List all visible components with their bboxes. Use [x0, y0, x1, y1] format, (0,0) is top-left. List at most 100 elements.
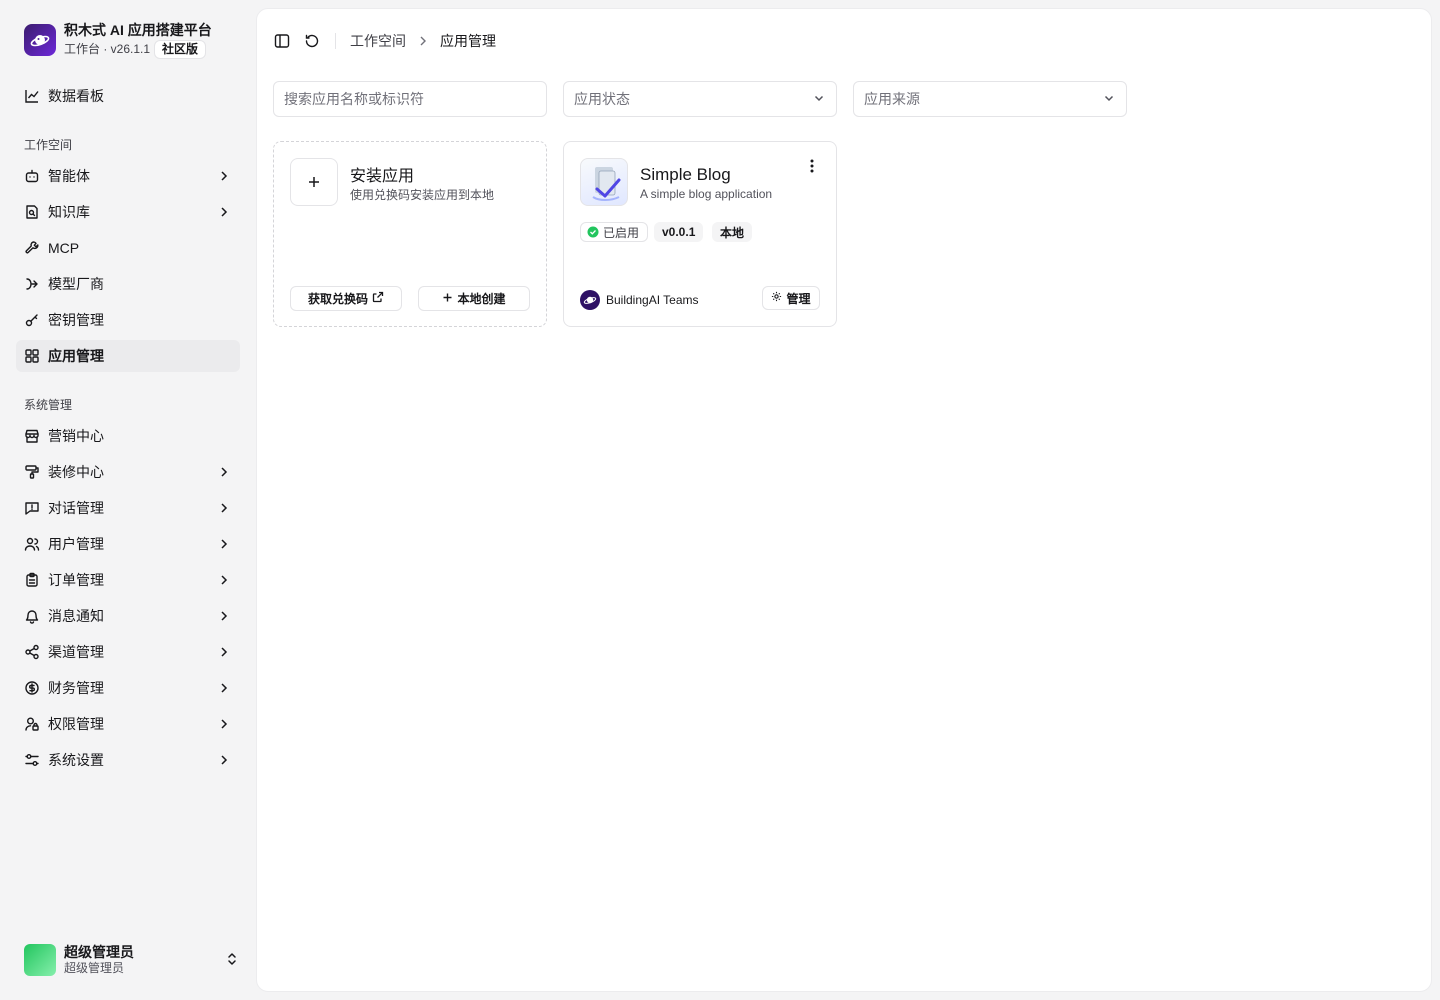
gear-icon [771, 291, 782, 305]
install-plus-button[interactable] [290, 158, 338, 206]
sidebar-item-bell[interactable]: 消息通知 [16, 600, 240, 632]
wrench-icon [24, 240, 40, 256]
sidebar-item-book-search[interactable]: 知识库 [16, 196, 240, 228]
store-icon [24, 428, 40, 444]
bell-icon [24, 608, 40, 624]
sidebar-item-label: 渠道管理 [48, 644, 104, 660]
grid-icon [24, 348, 40, 364]
sidebar-item-sliders[interactable]: 系统设置 [16, 744, 240, 776]
install-card-title: 安装应用 [350, 168, 415, 185]
chevron-down-icon [1102, 91, 1116, 108]
manage-button[interactable]: 管理 [762, 286, 820, 310]
sidebar-item-label: 权限管理 [48, 716, 104, 732]
status-select[interactable]: 应用状态 [563, 81, 837, 117]
local-create-button[interactable]: 本地创建 [418, 286, 530, 311]
sidebar-item-paint-roller[interactable]: 装修中心 [16, 456, 240, 488]
author-name: BuildingAI Teams [606, 293, 699, 307]
sidebar-item-label: MCP [48, 240, 80, 256]
status-label: 已启用 [603, 225, 640, 240]
bot-icon [24, 168, 40, 184]
sidebar-item-label: 系统设置 [48, 752, 104, 768]
sidebar-item-clipboard[interactable]: 订单管理 [16, 564, 240, 596]
source-select-value: 应用来源 [864, 91, 920, 107]
clipboard-icon [24, 572, 40, 588]
sidebar-item-dollar-circle[interactable]: 财务管理 [16, 672, 240, 704]
breadcrumb-item-workspace[interactable]: 工作空间 [350, 31, 406, 51]
brand[interactable]: 积木式 AI 应用搭建平台 工作台 · v26.1.1 社区版 [24, 21, 212, 59]
plus-icon [309, 177, 319, 187]
model-provider-icon [24, 276, 40, 292]
chevron-right-icon [216, 572, 232, 588]
plus-icon [442, 292, 453, 306]
external-link-icon [372, 291, 384, 306]
sidebar-toggle-icon[interactable] [273, 32, 291, 50]
sliders-icon [24, 752, 40, 768]
get-redeem-code-button[interactable]: 获取兑换码 [290, 286, 402, 311]
brand-title: 积木式 AI 应用搭建平台 [64, 21, 212, 38]
status-badge: 已启用 [580, 222, 649, 242]
source-select[interactable]: 应用来源 [853, 81, 1127, 117]
sidebar-item-users[interactable]: 用户管理 [16, 528, 240, 560]
message-alert-icon [24, 500, 40, 516]
chevrons-up-down-icon [224, 951, 240, 970]
breadcrumb: 工作空间 应用管理 [350, 31, 496, 51]
chevron-down-icon [812, 91, 826, 108]
sidebar-item-label: 模型厂商 [48, 276, 104, 292]
sidebar-item-label: 应用管理 [48, 348, 104, 364]
dollar-circle-icon [24, 680, 40, 696]
chevron-right-icon [216, 204, 232, 220]
chevron-right-icon [216, 168, 232, 184]
app-desc: A simple blog application [640, 187, 773, 201]
sidebar-item-label: 消息通知 [48, 608, 104, 624]
sidebar-item-user-lock[interactable]: 权限管理 [16, 708, 240, 740]
share-icon [24, 644, 40, 660]
sidebar-item-grid[interactable]: 应用管理 [16, 340, 240, 372]
sidebar-item-store[interactable]: 营销中心 [16, 420, 240, 452]
check-circle-icon [587, 226, 599, 238]
sidebar-item-bot[interactable]: 智能体 [16, 160, 240, 192]
user-role: 超级管理员 [64, 961, 125, 975]
search-input[interactable] [284, 91, 536, 107]
app-title: Simple Blog [640, 165, 731, 184]
divider [335, 33, 336, 49]
button-label: 管理 [786, 291, 811, 306]
sidebar-item-label: 数据看板 [48, 88, 104, 104]
edition-badge: 社区版 [154, 39, 207, 59]
sidebar-item-model-provider[interactable]: 模型厂商 [16, 268, 240, 300]
sidebar-item-label: 订单管理 [48, 572, 104, 588]
sidebar: 积木式 AI 应用搭建平台 工作台 · v26.1.1 社区版 数据看板 工作空… [0, 0, 256, 1000]
sidebar-item-message-alert[interactable]: 对话管理 [16, 492, 240, 524]
more-vertical-icon[interactable] [804, 158, 820, 174]
sidebar-item-wrench[interactable]: MCP [16, 232, 240, 264]
sidebar-item-share[interactable]: 渠道管理 [16, 636, 240, 668]
paint-roller-icon [24, 464, 40, 480]
user-name: 超级管理员 [64, 944, 134, 960]
book-search-icon [24, 204, 40, 220]
sidebar-item-key[interactable]: 密钥管理 [16, 304, 240, 336]
source-badge: 本地 [712, 222, 753, 242]
chevron-right-icon [216, 752, 232, 768]
sidebar-item-label: 装修中心 [48, 464, 104, 480]
chevron-right-icon [416, 34, 430, 48]
chevron-right-icon [216, 680, 232, 696]
chevron-right-icon [216, 500, 232, 516]
sidebar-item-label: 智能体 [48, 168, 90, 184]
user-menu[interactable]: 超级管理员 超级管理员 [24, 944, 240, 976]
user-lock-icon [24, 716, 40, 732]
search-field[interactable] [273, 81, 547, 117]
sidebar-item-label: 财务管理 [48, 680, 104, 696]
app-logo [580, 158, 628, 206]
sidebar-item-label: 对话管理 [48, 500, 104, 516]
key-icon [24, 312, 40, 328]
install-app-card: 安装应用 使用兑换码安装应用到本地 获取兑换码 本地创建 [273, 141, 547, 327]
sidebar-item-dashboard[interactable]: 数据看板 [16, 80, 240, 112]
refresh-icon[interactable] [303, 32, 321, 50]
brand-logo-icon [24, 24, 56, 56]
app-card[interactable]: Simple Blog A simple blog application 已启… [563, 141, 837, 327]
sidebar-item-label: 密钥管理 [48, 312, 104, 328]
chevron-right-icon [216, 464, 232, 480]
topbar: 工作空间 应用管理 [273, 29, 496, 53]
sidebar-item-label: 知识库 [48, 204, 90, 220]
author: BuildingAI Teams [580, 290, 699, 310]
breadcrumb-item-current: 应用管理 [440, 33, 496, 49]
